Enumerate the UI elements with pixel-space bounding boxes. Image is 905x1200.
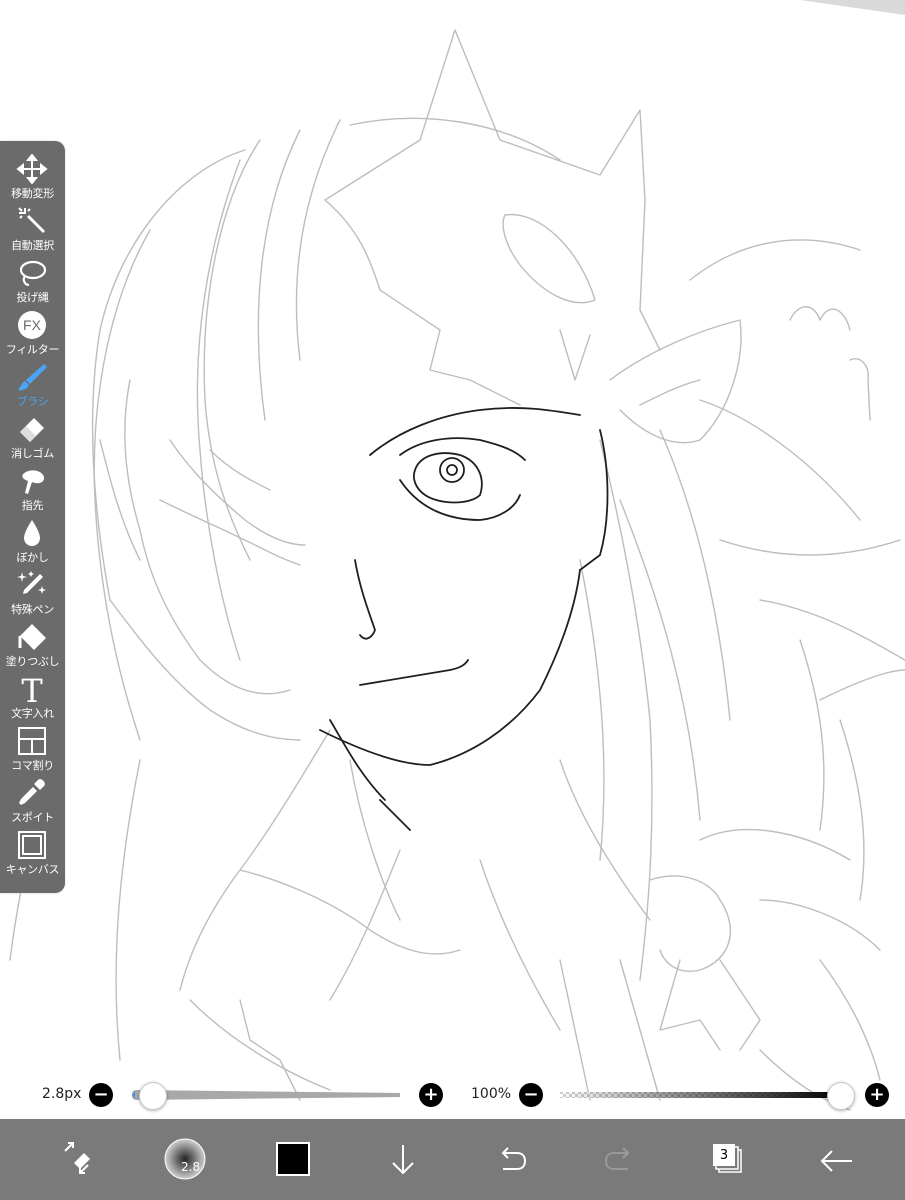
brush-preview-size: 2.8 <box>181 1160 201 1174</box>
undo-icon <box>501 1147 527 1170</box>
tool-label: ブラシ <box>16 395 49 408</box>
finger-smudge-icon <box>22 470 44 494</box>
canvas-icon <box>18 831 46 859</box>
brush-size-value: 2.8px <box>42 1086 82 1102</box>
layer-merge-down-button[interactable] <box>373 1129 433 1189</box>
special-pen-icon <box>17 571 46 594</box>
brush-size-slider[interactable] <box>130 1080 410 1110</box>
arrow-down-icon <box>392 1145 414 1175</box>
brush-size-decrease-button[interactable]: − <box>89 1083 113 1107</box>
tool-label: ぼかし <box>16 551 49 564</box>
tool-label: 塗りつぶし <box>5 655 60 668</box>
fx-filter-icon: FX <box>18 311 46 339</box>
tool-label: 消しゴム <box>11 447 54 460</box>
brush-preview-icon <box>164 1138 206 1180</box>
fill-bucket-icon <box>18 624 46 650</box>
svg-text:FX: FX <box>23 317 42 333</box>
tool-eraser[interactable]: 消しゴム <box>0 410 65 462</box>
arrow-left-icon <box>820 1150 852 1172</box>
opacity-increase-button[interactable]: + <box>865 1083 889 1107</box>
magic-wand-icon <box>18 207 46 234</box>
tool-label: スポイト <box>11 811 54 824</box>
layer-count: 3 <box>719 1148 729 1163</box>
tool-label: 特殊ペン <box>11 603 54 616</box>
tool-canvas[interactable]: キャンバス <box>0 826 65 878</box>
tool-label: 移動変形 <box>11 187 54 200</box>
opacity-slider[interactable] <box>560 1085 845 1105</box>
tool-label: フィルター <box>5 343 60 356</box>
tool-label: コマ割り <box>11 759 54 772</box>
swap-pen-eraser-icon <box>64 1142 90 1174</box>
tool-brush[interactable]: ブラシ <box>0 358 65 410</box>
color-swatch-button[interactable] <box>264 1129 324 1189</box>
tool-filter[interactable]: FX フィルター <box>0 306 65 358</box>
tool-magic-wand[interactable]: 自動選択 <box>0 202 65 254</box>
brush-preview-button[interactable]: 2.8 <box>155 1129 215 1189</box>
tool-special-pen[interactable]: 特殊ペン <box>0 566 65 618</box>
bottom-action-bar: 2.8 3 <box>0 1119 905 1200</box>
tool-label: 文字入れ <box>11 707 54 720</box>
tool-fill[interactable]: 塗りつぶし <box>0 618 65 670</box>
back-button[interactable] <box>806 1129 866 1189</box>
color-swatch <box>276 1142 310 1176</box>
frame-divider-icon <box>18 727 46 755</box>
tool-finger[interactable]: 指先 <box>0 462 65 514</box>
move-transform-icon <box>16 154 48 184</box>
brush-size-increase-button[interactable]: + <box>419 1083 443 1107</box>
opacity-decrease-button[interactable]: − <box>519 1083 543 1107</box>
eraser-icon <box>20 418 44 442</box>
svg-text:T: T <box>21 674 43 704</box>
tool-label: 投げ縄 <box>16 291 49 304</box>
redo-button[interactable] <box>590 1129 650 1189</box>
tool-label: キャンバス <box>5 863 60 876</box>
tool-move-transform[interactable]: 移動変形 <box>0 150 65 202</box>
tool-lasso[interactable]: 投げ縄 <box>0 254 65 306</box>
brush-icon <box>18 364 47 391</box>
tool-eyedropper[interactable]: スポイト <box>0 774 65 826</box>
text-icon: T <box>21 674 43 704</box>
redo-icon <box>604 1147 630 1170</box>
eraser-toggle-button[interactable] <box>48 1129 108 1189</box>
tool-frame-divider[interactable]: コマ割り <box>0 722 65 774</box>
tool-label: 自動選択 <box>11 239 54 252</box>
drawing-canvas[interactable] <box>0 0 905 1200</box>
tool-palette: 移動変形 自動選択 投げ縄 FX フィルター ブラシ 消しゴム 指先 ぼかし 特… <box>0 141 65 893</box>
undo-button[interactable] <box>481 1129 541 1189</box>
opacity-slider-knob[interactable] <box>827 1082 855 1110</box>
opacity-value: 100% <box>471 1086 512 1102</box>
lasso-icon <box>19 260 47 287</box>
tool-blur[interactable]: ぼかし <box>0 514 65 566</box>
tool-text[interactable]: T 文字入れ <box>0 670 65 722</box>
eyedropper-icon <box>19 779 45 805</box>
tool-label: 指先 <box>21 499 44 512</box>
blur-drop-icon <box>24 520 40 546</box>
layers-button[interactable]: 3 <box>698 1129 758 1189</box>
